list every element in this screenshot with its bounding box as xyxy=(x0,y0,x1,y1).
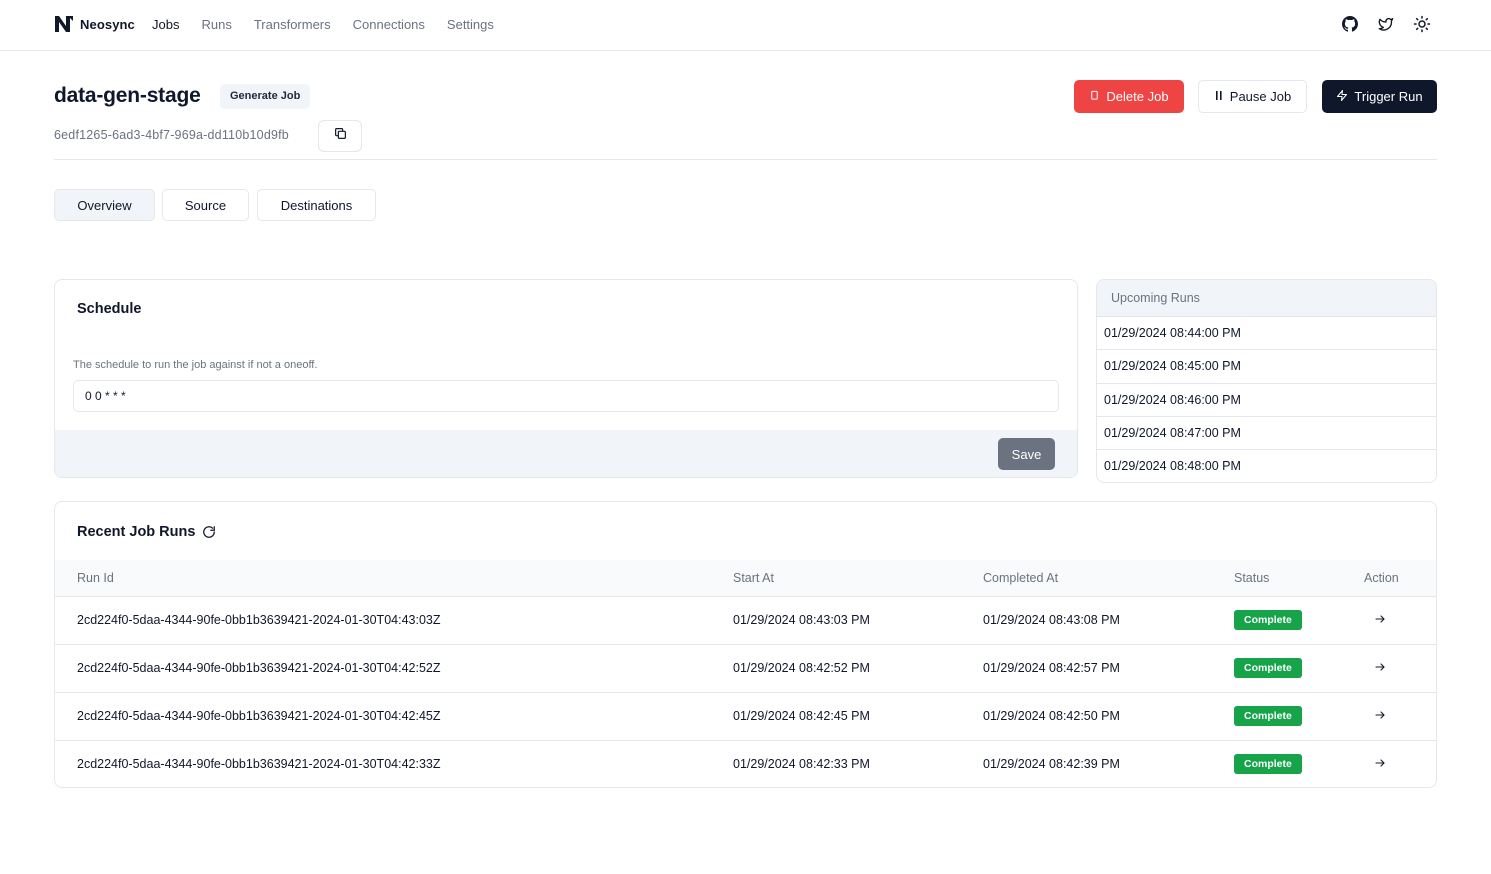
schedule-title: Schedule xyxy=(77,301,142,317)
table-row[interactable]: 2cd224f0-5daa-4344-90fe-0bb1b3639421-202… xyxy=(55,740,1436,787)
upcoming-run-item: 01/29/2024 08:48:00 PM xyxy=(1104,459,1241,474)
start-at-cell: 01/29/2024 08:42:52 PM xyxy=(733,644,983,693)
column-header-completed-at: Completed At xyxy=(983,560,1234,597)
nav-link-settings[interactable]: Settings xyxy=(447,17,494,32)
job-id: 6edf1265-6ad3-4bf7-969a-dd110b10d9fb xyxy=(54,128,289,142)
pause-job-button[interactable]: Pause Job xyxy=(1198,80,1307,113)
arrow-right-icon[interactable] xyxy=(1374,757,1386,769)
upcoming-run-item: 01/29/2024 08:47:00 PM xyxy=(1097,417,1436,451)
column-header-start-at: Start At xyxy=(733,560,983,597)
status-badge: Complete xyxy=(1234,706,1302,726)
header-divider xyxy=(54,159,1437,160)
runs-table: Run Id Start At Completed At Status Acti… xyxy=(55,560,1436,787)
nav-link-runs[interactable]: Runs xyxy=(201,17,231,32)
run-id-cell: 2cd224f0-5daa-4344-90fe-0bb1b3639421-202… xyxy=(55,596,733,645)
completed-at-cell: 01/29/2024 08:42:50 PM xyxy=(983,692,1234,741)
job-type-badge: Generate Job xyxy=(220,84,311,109)
brand-name: Neosync xyxy=(80,16,135,32)
github-icon[interactable] xyxy=(1341,14,1359,34)
action-cell xyxy=(1364,692,1436,741)
start-at-cell: 01/29/2024 08:42:33 PM xyxy=(733,757,870,772)
schedule-description: The schedule to run the job against if n… xyxy=(73,359,318,371)
column-header-action: Action xyxy=(1364,560,1436,597)
run-id-cell: 2cd224f0-5daa-4344-90fe-0bb1b3639421-202… xyxy=(77,757,441,772)
sun-icon[interactable] xyxy=(1413,14,1431,34)
brand[interactable]: Neosync xyxy=(54,15,135,33)
upcoming-run-item: 01/29/2024 08:46:00 PM xyxy=(1097,384,1436,417)
status-cell: Complete xyxy=(1234,692,1364,741)
tab-overview[interactable]: Overview xyxy=(54,189,155,221)
start-at-cell: 01/29/2024 08:43:03 PM xyxy=(733,596,983,645)
status-cell: Complete xyxy=(1234,596,1364,645)
nav-icons xyxy=(1341,14,1431,34)
upcoming-run-item: 01/29/2024 08:44:00 PM xyxy=(1097,317,1436,351)
schedule-card: Schedule The schedule to run the job aga… xyxy=(54,279,1078,478)
arrow-right-icon[interactable] xyxy=(1374,709,1386,721)
action-cell xyxy=(1364,740,1436,787)
recent-runs-header: Recent Job Runs xyxy=(77,524,216,540)
copy-id-button[interactable] xyxy=(318,120,362,152)
save-button[interactable]: Save xyxy=(998,438,1055,470)
status-cell: Complete xyxy=(1234,644,1364,693)
status-badge: Complete xyxy=(1234,754,1302,775)
upcoming-runs-card: Upcoming Runs 01/29/2024 08:44:00 PM 01/… xyxy=(1096,279,1437,483)
schedule-input[interactable] xyxy=(73,380,1059,412)
nav-links: Jobs Runs Transformers Connections Setti… xyxy=(152,17,516,32)
twitter-icon[interactable] xyxy=(1377,14,1395,34)
schedule-footer: Save xyxy=(55,430,1077,477)
arrow-right-icon[interactable] xyxy=(1374,661,1386,673)
column-header-run-id: Run Id xyxy=(55,560,733,597)
trigger-run-label: Trigger Run xyxy=(1354,89,1423,104)
recent-runs-title: Recent Job Runs xyxy=(77,524,196,540)
table-row[interactable]: 2cd224f0-5daa-4344-90fe-0bb1b3639421-202… xyxy=(55,644,1436,693)
table-header-row: Run Id Start At Completed At Status Acti… xyxy=(55,560,1436,597)
table-row[interactable]: 2cd224f0-5daa-4344-90fe-0bb1b3639421-202… xyxy=(55,692,1436,741)
delete-job-label: Delete Job xyxy=(1106,89,1169,104)
trigger-run-button[interactable]: Trigger Run xyxy=(1322,80,1437,113)
status-cell: Complete xyxy=(1234,740,1364,787)
nav-link-transformers[interactable]: Transformers xyxy=(254,17,331,32)
recent-job-runs-card: Recent Job Runs Run Id Start At Complete… xyxy=(54,501,1437,788)
lightning-icon xyxy=(1336,89,1348,105)
run-id-cell: 2cd224f0-5daa-4344-90fe-0bb1b3639421-202… xyxy=(55,644,733,693)
upcoming-run-item: 01/29/2024 08:45:00 PM xyxy=(1097,350,1436,384)
trash-icon xyxy=(1089,89,1100,104)
delete-job-button[interactable]: Delete Job xyxy=(1074,80,1184,113)
refresh-icon[interactable] xyxy=(202,525,216,539)
upcoming-runs-title: Upcoming Runs xyxy=(1097,280,1436,317)
completed-at-cell: 01/29/2024 08:42:57 PM xyxy=(983,644,1234,693)
action-cell xyxy=(1364,596,1436,645)
status-badge: Complete xyxy=(1234,610,1302,630)
pause-job-label: Pause Job xyxy=(1229,89,1292,104)
table-row[interactable]: 2cd224f0-5daa-4344-90fe-0bb1b3639421-202… xyxy=(55,596,1436,645)
completed-at-cell: 01/29/2024 08:43:08 PM xyxy=(983,596,1234,645)
page-title: data-gen-stage xyxy=(54,84,201,107)
pause-icon xyxy=(1214,89,1224,104)
nav-link-jobs[interactable]: Jobs xyxy=(152,17,179,32)
copy-icon xyxy=(334,127,347,145)
run-id-cell: 2cd224f0-5daa-4344-90fe-0bb1b3639421-202… xyxy=(55,692,733,741)
nav-link-connections[interactable]: Connections xyxy=(353,17,425,32)
completed-at-cell: 01/29/2024 08:42:39 PM xyxy=(983,757,1120,772)
neosync-logo-icon xyxy=(54,15,74,33)
top-nav: Neosync Jobs Runs Transformers Connectio… xyxy=(0,0,1491,51)
tab-destinations[interactable]: Destinations xyxy=(257,189,376,221)
status-badge: Complete xyxy=(1234,658,1302,678)
tab-source[interactable]: Source xyxy=(162,189,249,221)
column-header-status: Status xyxy=(1234,560,1364,597)
action-cell xyxy=(1364,644,1436,693)
start-at-cell: 01/29/2024 08:42:45 PM xyxy=(733,692,983,741)
arrow-right-icon[interactable] xyxy=(1374,613,1386,625)
